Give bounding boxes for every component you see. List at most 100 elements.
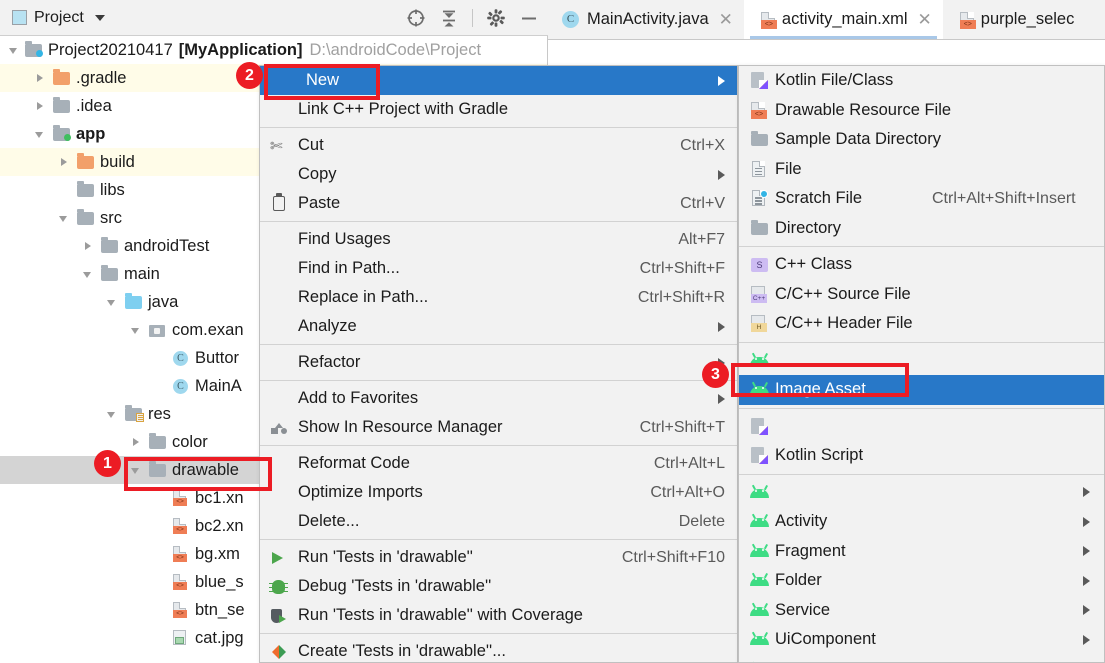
folder-icon (77, 153, 95, 170)
submenu-item-drawable-resource-file[interactable]: <> Drawable Resource File (739, 96, 1104, 126)
project-window-icon (12, 10, 27, 25)
collapse-all-icon[interactable] (439, 8, 459, 28)
scratch-file-icon (748, 189, 773, 208)
submenu-item-service[interactable]: Folder (739, 566, 1104, 596)
menu-item-find-usages[interactable]: Find Usages Alt+F7 (260, 225, 737, 254)
twisty-closed-icon[interactable] (130, 436, 143, 449)
tree-item-label: bc1.xn (195, 488, 244, 507)
submenu-item-kotlin-script[interactable] (739, 412, 1104, 442)
tree-item-label: btn_se (195, 600, 245, 619)
submenu-item-sample-data-directory[interactable]: Sample Data Directory (739, 125, 1104, 155)
submenu-item-cpp-source-file[interactable]: C++ C/C++ Source File (739, 280, 1104, 310)
menu-item-label: Create 'Tests in 'drawable''... (298, 642, 506, 660)
twisty-open-icon[interactable] (106, 408, 119, 421)
menu-item-reformat-code[interactable]: Reformat Code Ctrl+Alt+L (260, 449, 737, 478)
locate-icon[interactable] (406, 8, 426, 28)
menu-item-label: Reformat Code (298, 454, 410, 472)
submenu-separator (739, 246, 1104, 247)
menu-item-refactor[interactable]: Refactor (260, 348, 737, 377)
twisty-open-icon[interactable] (130, 464, 143, 477)
menu-item-run-tests-with-coverage[interactable]: Run 'Tests in 'drawable'' with Coverage (260, 601, 737, 630)
android-icon (748, 483, 773, 502)
menu-item-label: Find in Path... (298, 259, 400, 277)
submenu-item-label: Scratch File (775, 189, 863, 208)
twisty-closed-icon[interactable] (34, 100, 47, 113)
context-menu[interactable]: New Link C++ Project with Gradle ✄ Cut C… (259, 65, 738, 663)
menu-item-optimize-imports[interactable]: Optimize Imports Ctrl+Alt+O (260, 478, 737, 507)
menu-item-shortcut: Ctrl+Shift+F10 (621, 548, 725, 566)
menu-item-analyze[interactable]: Analyze (260, 312, 737, 341)
xml-file-icon: <> (172, 546, 190, 562)
twisty-open-icon[interactable] (8, 44, 21, 57)
menu-separator (260, 633, 737, 634)
close-icon[interactable]: ✕ (719, 10, 733, 30)
menu-item-copy[interactable]: Copy (260, 160, 737, 189)
submenu-item-scratch-file[interactable]: Scratch File Ctrl+Alt+Shift+Insert (739, 184, 1104, 214)
submenu-item-activity[interactable] (739, 478, 1104, 508)
menu-item-delete[interactable]: Delete... Delete (260, 507, 737, 536)
twisty-closed-icon[interactable] (82, 240, 95, 253)
tab-mainactivity-java[interactable]: C MainActivity.java ✕ (548, 0, 744, 39)
twisty-open-icon[interactable] (34, 128, 47, 141)
submenu-item-fragment[interactable]: Activity (739, 507, 1104, 537)
menu-item-create-tests[interactable]: Create 'Tests in 'drawable''... (260, 637, 737, 662)
twisty-open-icon[interactable] (106, 296, 119, 309)
submenu-item-cpp-header-file[interactable]: H C/C++ Header File (739, 309, 1104, 339)
tree-item-label: bg.xm (195, 544, 240, 563)
project-panel-title-group[interactable]: Project (12, 9, 105, 27)
tree-row-project-root[interactable]: Project20210417 [MyApplication] D:\andro… (0, 36, 547, 64)
twisty-closed-icon[interactable] (34, 72, 47, 85)
menu-item-label: Refactor (298, 353, 361, 371)
submenu-item-label: Folder (775, 571, 822, 590)
menu-item-cut[interactable]: ✄ Cut Ctrl+X (260, 131, 737, 160)
twisty-closed-icon[interactable] (58, 156, 71, 169)
new-submenu[interactable]: Kotlin File/Class <> Drawable Resource F… (738, 65, 1105, 663)
settings-gear-icon[interactable] (486, 8, 506, 28)
tree-item-label: .idea (76, 96, 112, 115)
menu-item-paste[interactable]: Paste Ctrl+V (260, 189, 737, 218)
submenu-item-cpp-class[interactable]: S C++ Class (739, 250, 1104, 280)
menu-item-debug-tests[interactable]: Debug 'Tests in 'drawable'' (260, 572, 737, 601)
submenu-item-automotive[interactable]: UiComponent (739, 625, 1104, 655)
submenu-item-kotlin-worksheet[interactable]: Kotlin Script (739, 441, 1104, 471)
submenu-item-uicomponent[interactable]: Service (739, 596, 1104, 626)
android-icon (748, 601, 773, 620)
android-icon (748, 571, 773, 590)
menu-item-find-in-path[interactable]: Find in Path... Ctrl+Shift+F (260, 254, 737, 283)
submenu-item-label: File (775, 159, 802, 178)
twisty-open-icon[interactable] (82, 268, 95, 281)
chevron-down-icon[interactable] (94, 14, 105, 21)
menu-item-label: Cut (298, 136, 324, 154)
submenu-item-xml[interactable]: Automotive (739, 655, 1104, 662)
submenu-item-folder[interactable]: Fragment (739, 537, 1104, 567)
menu-item-run-tests[interactable]: Run 'Tests in 'drawable'' Ctrl+Shift+F10 (260, 543, 737, 572)
minimize-icon[interactable] (519, 8, 539, 28)
menu-item-show-in-resource-manager[interactable]: Show In Resource Manager Ctrl+Shift+T (260, 413, 737, 442)
tree-item-label: com.exan (172, 320, 244, 339)
menu-item-replace-in-path[interactable]: Replace in Path... Ctrl+Shift+R (260, 283, 737, 312)
xml-file-icon: <> (758, 11, 777, 29)
kotlin-file-icon (748, 71, 773, 90)
tree-item-label: MainA (195, 376, 242, 395)
submenu-item-kotlin-file-class[interactable]: Kotlin File/Class (739, 66, 1104, 96)
submenu-item-label: Drawable Resource File (775, 100, 952, 119)
tab-label: MainActivity.java (587, 10, 709, 28)
twisty-open-icon[interactable] (58, 212, 71, 225)
menu-item-new[interactable]: New (260, 66, 737, 95)
submenu-item-image-asset[interactable] (739, 346, 1104, 376)
submenu-item-directory[interactable]: Directory (739, 214, 1104, 244)
submenu-item-file[interactable]: File (739, 155, 1104, 185)
tab-activity-main-xml[interactable]: <> activity_main.xml ✕ (743, 0, 943, 39)
menu-item-label: Link C++ Project with Gradle (298, 100, 509, 118)
submenu-item-vector-asset[interactable]: Image Asset (739, 375, 1104, 405)
menu-item-add-to-favorites[interactable]: Add to Favorites (260, 384, 737, 413)
menu-item-label: Analyze (298, 317, 357, 335)
folder-icon (77, 181, 95, 198)
twisty-open-icon[interactable] (130, 324, 143, 337)
close-icon[interactable]: ✕ (918, 10, 932, 30)
submenu-item-label: Directory (775, 218, 842, 237)
menu-item-link-cpp-project[interactable]: Link C++ Project with Gradle (260, 95, 737, 124)
tree-item-label: .gradle (76, 68, 127, 87)
tab-label: activity_main.xml (781, 10, 908, 28)
tab-purple-selector[interactable]: <> purple_selec (943, 0, 1086, 39)
